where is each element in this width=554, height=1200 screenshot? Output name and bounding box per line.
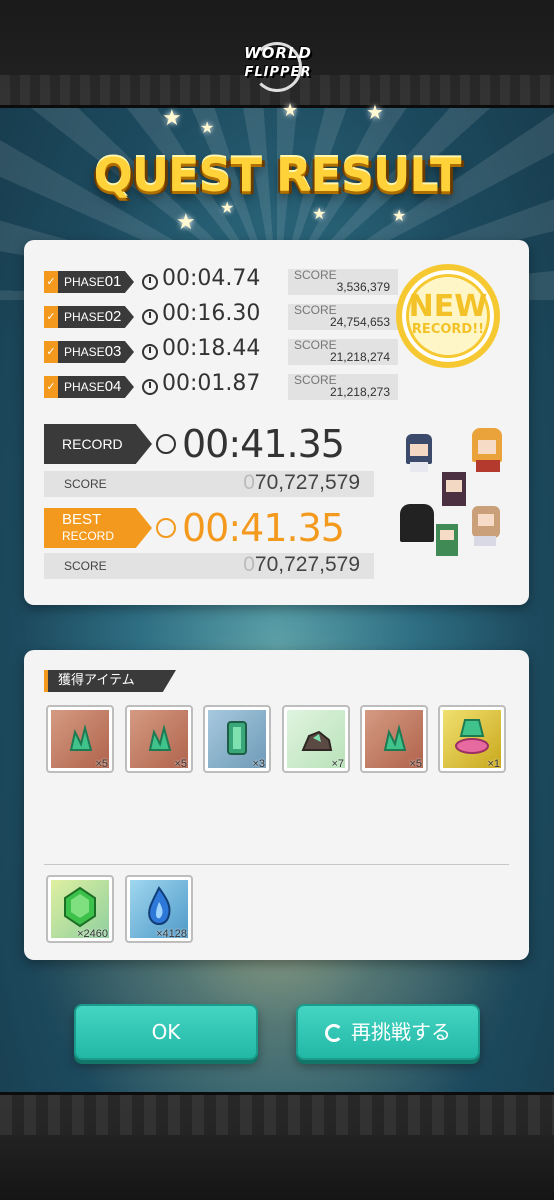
check-icon: ✓ [44, 376, 58, 398]
phase-row: ✓ PHASE02 00:16.30 SCORE 24,754,653 [44, 301, 398, 331]
check-icon: ✓ [44, 341, 58, 363]
stopwatch-icon [142, 344, 158, 360]
star-icon: ★ [392, 206, 407, 225]
phase-row: ✓ PHASE03 00:18.44 SCORE 21,218,274 [44, 336, 398, 366]
world-flipper-logo: WORLD FLIPPER [222, 42, 334, 92]
phase-tag: PHASE03 [58, 341, 134, 363]
item-slot[interactable]: ×5 [46, 705, 114, 773]
phase-tag: PHASE04 [58, 376, 134, 398]
stopwatch-icon [142, 274, 158, 290]
stopwatch-icon [142, 309, 158, 325]
bottom-bar-pattern [0, 1095, 554, 1135]
stopwatch-icon [156, 434, 176, 454]
check-icon: ✓ [44, 271, 58, 293]
item-slot[interactable]: ×5 [360, 705, 428, 773]
retry-button-label: 再挑戦する [351, 1020, 451, 1044]
best-record-time: 00:41.35 [182, 506, 345, 550]
record-tag: RECORD [44, 424, 152, 464]
star-icon: ★ [162, 106, 182, 131]
phase-score: SCORE 3,536,379 [288, 268, 398, 295]
check-icon: ✓ [44, 306, 58, 328]
bottom-bar [0, 1092, 554, 1200]
items-header: 獲得アイテム [44, 670, 176, 692]
phase-tag: PHASE01 [58, 271, 134, 293]
record-time: 00:41.35 [182, 422, 345, 466]
party-characters-sprite [396, 428, 516, 588]
ok-button[interactable]: OK [74, 1004, 258, 1060]
star-icon: ★ [200, 118, 215, 137]
star-icon: ★ [176, 210, 196, 235]
record-score: SCORE 070,727,579 [44, 471, 374, 497]
retry-icon [325, 1024, 343, 1042]
result-panel: ✓ PHASE01 00:04.74 SCORE 3,536,379 ✓ PHA… [24, 240, 529, 605]
item-slot[interactable]: ×7 [282, 705, 350, 773]
star-icon: ★ [282, 100, 299, 121]
phase-time: 00:01.87 [162, 371, 261, 396]
best-record-score: SCORE 070,727,579 [44, 553, 374, 579]
phase-score: SCORE 21,218,273 [288, 373, 398, 400]
new-record-badge: NEW RECORD!! [396, 264, 500, 368]
phase-row: ✓ PHASE04 00:01.87 SCORE 21,218,273 [44, 371, 398, 401]
phase-time: 00:16.30 [162, 301, 261, 326]
phase-score: SCORE 24,754,653 [288, 303, 398, 330]
best-record-tag: BEST RECORD [44, 508, 152, 548]
stopwatch-icon [142, 379, 158, 395]
phase-time: 00:04.74 [162, 266, 261, 291]
star-icon: ★ [366, 100, 384, 124]
retry-button[interactable]: 再挑戦する [296, 1004, 480, 1060]
star-icon: ★ [312, 204, 327, 223]
logo-ring [252, 42, 302, 92]
phase-time: 00:18.44 [162, 336, 261, 361]
currency-slot[interactable]: ×4128 [125, 875, 193, 943]
phase-row: ✓ PHASE01 00:04.74 SCORE 3,536,379 [44, 266, 398, 296]
phase-score: SCORE 21,218,274 [288, 338, 398, 365]
divider [44, 864, 509, 865]
currency-slot[interactable]: ×2460 [46, 875, 114, 943]
items-panel: 獲得アイテム ×5 ×5 ×3 ×7 ×5 ×1 ×2460 ×4128 [24, 650, 529, 960]
top-bar: WORLD FLIPPER [0, 0, 554, 108]
item-slot[interactable]: ×1 [438, 705, 506, 773]
item-slot[interactable]: ×3 [203, 705, 271, 773]
page-title: QUEST RESULT [93, 148, 462, 202]
item-slot[interactable]: ×5 [125, 705, 193, 773]
phase-tag: PHASE02 [58, 306, 134, 328]
stopwatch-icon [156, 518, 176, 538]
